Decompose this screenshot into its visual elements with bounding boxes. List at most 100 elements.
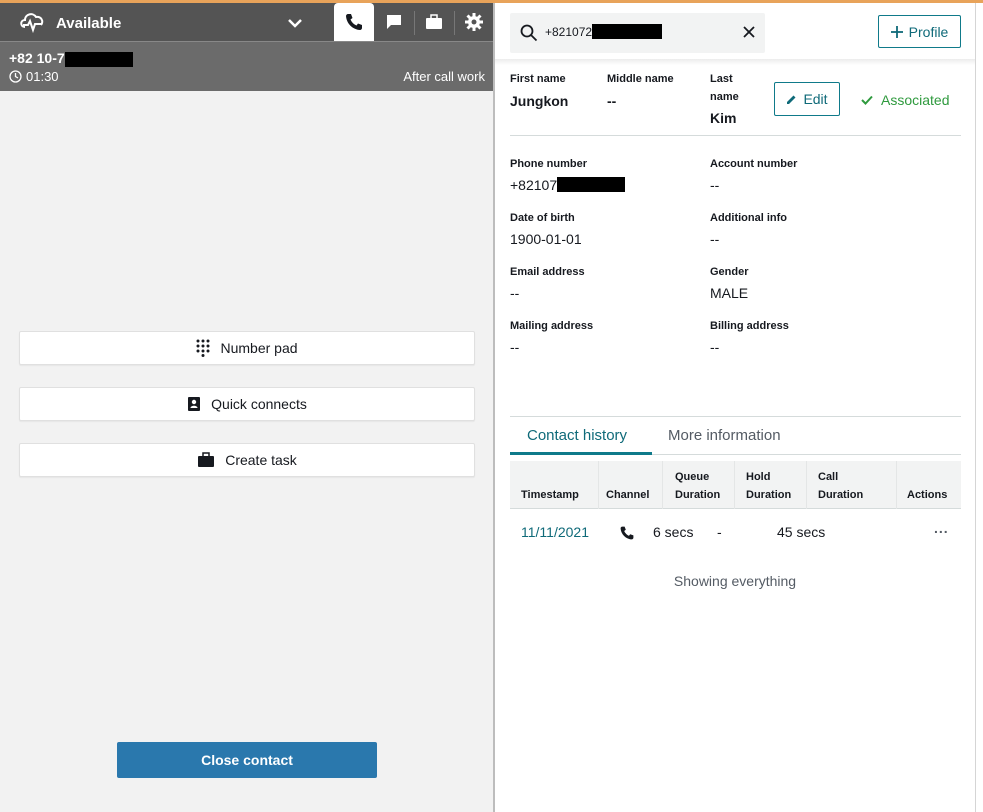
col-actions[interactable]: Actions — [907, 486, 947, 504]
search-icon — [520, 24, 538, 42]
account-number-value: -- — [710, 177, 720, 193]
tab-chat[interactable] — [374, 3, 414, 41]
contact-number-prefix: +82 10-7 — [9, 50, 65, 66]
account-number-label: Account number — [710, 158, 798, 170]
first-name-label: First name — [510, 73, 566, 85]
profile-button-label: Profile — [908, 23, 949, 40]
phone-icon — [620, 526, 634, 540]
col-hold-duration-1[interactable]: Hold — [746, 468, 770, 486]
status-cloud-icon[interactable] — [18, 9, 46, 35]
tab-phone[interactable] — [334, 3, 374, 41]
plus-icon — [890, 25, 903, 38]
create-task-button[interactable]: Create task — [19, 443, 475, 477]
last-name-label-line1: Last — [710, 73, 733, 85]
col-queue-duration-2[interactable]: Duration — [675, 486, 720, 504]
redacted-block — [592, 23, 663, 39]
mailing-address-label: Mailing address — [510, 320, 594, 332]
clock-icon — [9, 70, 22, 83]
first-name-value: Jungkon — [510, 93, 569, 109]
history-row-queue-duration: 6 secs — [653, 524, 694, 540]
pencil-icon — [787, 95, 796, 104]
active-tab-indicator — [510, 452, 652, 455]
column-separator — [806, 461, 807, 509]
tab-contact-history[interactable]: Contact history — [527, 427, 627, 444]
redacted-block — [557, 177, 626, 193]
quick-connects-label: Quick connects — [211, 396, 307, 412]
col-queue-duration-1[interactable]: Queue — [675, 468, 709, 486]
briefcase-icon — [426, 14, 442, 29]
briefcase-icon — [198, 452, 215, 467]
column-separator — [896, 461, 897, 509]
tab-settings[interactable] — [454, 3, 494, 41]
col-hold-duration-2[interactable]: Duration — [746, 486, 791, 504]
edit-button-label: Edit — [803, 91, 828, 107]
active-contact-bar: +82 10-7 01:30 After call work — [0, 41, 493, 91]
chat-icon — [387, 15, 401, 29]
number-pad-button[interactable]: Number pad — [19, 331, 475, 365]
col-timestamp[interactable]: Timestamp — [521, 486, 579, 504]
column-separator — [598, 461, 599, 509]
edit-profile-button[interactable]: Edit — [774, 82, 840, 116]
section-divider — [510, 135, 961, 136]
close-icon[interactable] — [742, 25, 756, 39]
add-profile-button[interactable]: Profile — [878, 15, 961, 48]
gender-value: MALE — [710, 285, 749, 301]
phone-icon — [346, 14, 362, 30]
create-task-label: Create task — [225, 452, 297, 468]
window-right-edge — [975, 3, 976, 812]
detail-tabs: Contact history More information — [510, 416, 961, 455]
ccp-header: Available — [0, 3, 493, 41]
additional-info-value: -- — [710, 231, 720, 247]
col-call-duration-2[interactable]: Duration — [818, 486, 863, 504]
redacted-block — [64, 51, 133, 67]
phone-number-prefix: +82107 — [510, 177, 558, 193]
tab-task[interactable] — [414, 3, 454, 41]
last-name-value: Kim — [710, 110, 737, 126]
history-table-header: Timestamp Channel Queue Duration Hold Du… — [510, 461, 961, 509]
tab-more-information[interactable]: More information — [668, 427, 781, 444]
column-separator — [662, 461, 663, 509]
customer-search-input[interactable]: +821072 — [510, 13, 765, 53]
check-icon — [861, 95, 873, 105]
email-value: -- — [510, 285, 520, 301]
gear-icon — [465, 13, 483, 31]
middle-name-label: Middle name — [607, 73, 674, 85]
timer-value: 01:30 — [26, 69, 59, 84]
customer-profile-panel: +821072 Profile First name Jungkon Middl… — [495, 3, 975, 812]
search-value: +821072 — [545, 23, 663, 39]
search-shadow — [495, 59, 975, 65]
search-value-prefix: +821072 — [545, 25, 593, 39]
dob-value: 1900-01-01 — [510, 231, 582, 247]
additional-info-label: Additional info — [710, 212, 787, 224]
history-row-hold-duration: - — [717, 524, 722, 540]
contact-phone-number: +82 10-7 — [9, 50, 133, 67]
contacts-book-icon — [188, 397, 201, 411]
history-row-call-duration: 45 secs — [777, 524, 826, 540]
billing-address-label: Billing address — [710, 320, 789, 332]
contact-state-label: After call work — [403, 69, 485, 84]
contact-control-panel: Available +82 10-7 01:30 After call work… — [0, 3, 493, 812]
dob-label: Date of birth — [510, 212, 575, 224]
close-contact-button[interactable]: Close contact — [117, 742, 377, 778]
agent-status-label[interactable]: Available — [56, 15, 121, 32]
table-footer-status: Showing everything — [673, 573, 797, 589]
middle-name-value: -- — [607, 93, 617, 109]
gender-label: Gender — [710, 266, 749, 278]
billing-address-value: -- — [710, 339, 720, 355]
association-label: Associated — [881, 92, 950, 108]
col-call-duration-1[interactable]: Call — [818, 468, 838, 486]
number-pad-label: Number pad — [220, 340, 298, 356]
quick-connects-button[interactable]: Quick connects — [19, 387, 475, 421]
keypad-icon — [196, 339, 210, 357]
last-name-label-line2: name — [710, 91, 739, 103]
email-label: Email address — [510, 266, 585, 278]
column-separator — [734, 461, 735, 509]
contact-timer: 01:30 — [9, 69, 59, 84]
mailing-address-value: -- — [510, 339, 520, 355]
row-actions-more-icon[interactable]: ... — [934, 520, 949, 536]
phone-number-value: +82107 — [510, 177, 626, 193]
col-channel[interactable]: Channel — [606, 486, 649, 504]
phone-number-label: Phone number — [510, 158, 588, 170]
history-row-timestamp[interactable]: 11/11/2021 — [521, 524, 589, 540]
chevron-down-icon[interactable] — [285, 13, 305, 33]
